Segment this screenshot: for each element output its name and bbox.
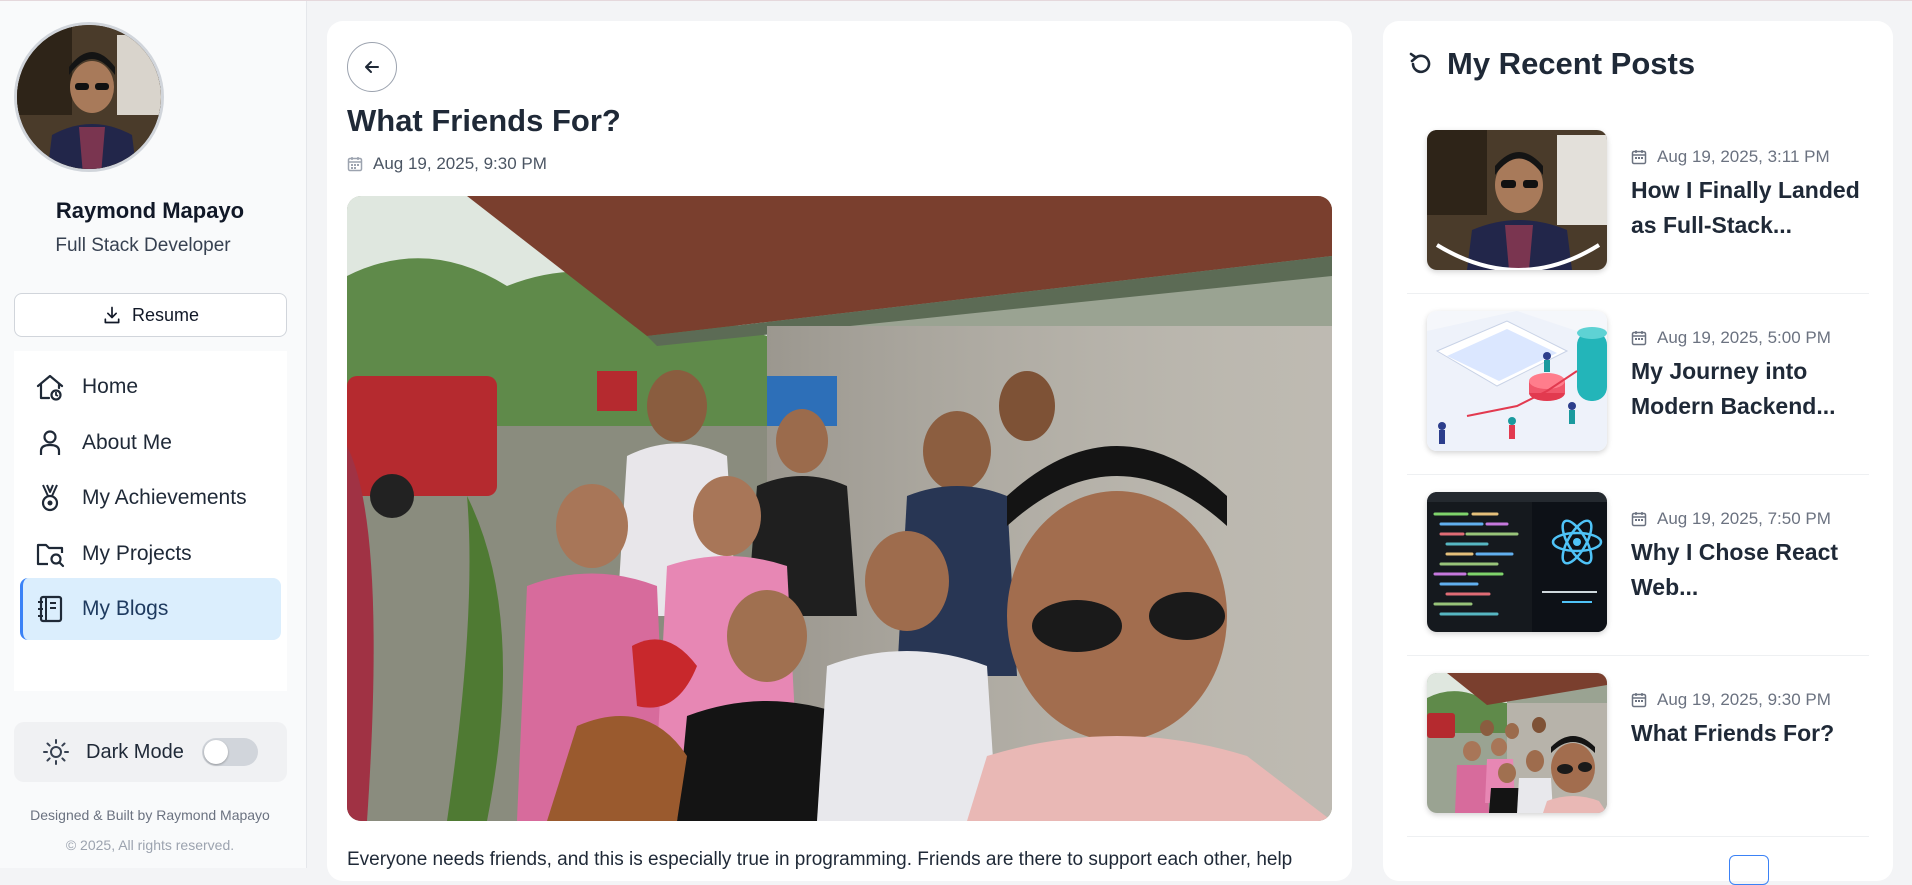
- post-thumbnail[interactable]: [1427, 492, 1607, 632]
- calendar-icon: [1631, 512, 1647, 527]
- main-nav: Home About Me My Achievements My Project…: [14, 351, 287, 691]
- post-title-link[interactable]: My Journey into Modern Backend...: [1631, 354, 1861, 424]
- profile-role: Full Stack Developer: [55, 235, 231, 256]
- resume-label: Resume: [131, 304, 200, 325]
- profile-photo-illustration: [1427, 130, 1607, 270]
- history-icon: [1409, 52, 1431, 74]
- sidebar-item-home[interactable]: Home: [20, 356, 281, 418]
- recent-post-item[interactable]: Aug 19, 2025, 9:30 PM What Friends For?: [1407, 656, 1869, 837]
- post-thumbnail[interactable]: [1427, 130, 1607, 270]
- sidebar-item-achievements[interactable]: My Achievements: [20, 467, 281, 529]
- profile-name: Raymond Mapayo: [55, 198, 245, 223]
- calendar-icon: [1631, 150, 1647, 165]
- notebook-icon: [38, 595, 63, 623]
- recent-posts-panel: My Recent Posts Aug 19, 2025, 3:11 PM Ho…: [1383, 21, 1893, 885]
- sidebar-item-blogs[interactable]: My Blogs: [20, 578, 281, 640]
- back-button[interactable]: [347, 42, 397, 92]
- calendar-icon: [347, 157, 363, 172]
- profile-photo-illustration: [17, 25, 161, 169]
- sidebar-item-label: My Achievements: [82, 486, 247, 509]
- sidebar-item-label: Home: [82, 375, 139, 398]
- post-thumbnail[interactable]: [1427, 673, 1607, 813]
- recent-posts-header: My Recent Posts: [1407, 46, 1695, 82]
- post-date-text: Aug 19, 2025, 9:30 PM: [1657, 690, 1831, 709]
- dark-mode-row: Dark Mode: [14, 722, 287, 782]
- article-hero-image: [347, 196, 1332, 821]
- post-thumbnail[interactable]: [1427, 311, 1607, 451]
- group-selfie-illustration: [347, 196, 1332, 821]
- post-title-link[interactable]: What Friends For?: [1631, 716, 1861, 751]
- arrow-left-icon: [365, 61, 379, 73]
- recent-post-item[interactable]: Aug 19, 2025, 7:50 PM Why I Chose React …: [1407, 475, 1869, 656]
- sidebar-item-projects[interactable]: My Projects: [20, 523, 281, 585]
- article-date: Aug 19, 2025, 9:30 PM: [347, 154, 547, 174]
- post-date: Aug 19, 2025, 5:00 PM: [1631, 328, 1831, 348]
- article-date-text: Aug 19, 2025, 9:30 PM: [373, 154, 547, 173]
- user-icon: [39, 430, 61, 455]
- post-date-text: Aug 19, 2025, 3:11 PM: [1657, 147, 1830, 166]
- react-code-illustration: [1427, 492, 1607, 632]
- footer-credit: Designed & Built by Raymond Mapayo: [30, 807, 270, 823]
- post-date-text: Aug 19, 2025, 7:50 PM: [1657, 509, 1831, 528]
- calendar-icon: [1631, 693, 1647, 708]
- pagination-button[interactable]: [1729, 855, 1769, 885]
- medal-icon: [41, 484, 59, 512]
- post-title-link[interactable]: How I Finally Landed as Full-Stack...: [1631, 173, 1861, 243]
- backend-illustration: [1427, 311, 1607, 451]
- resume-button[interactable]: Resume: [14, 293, 287, 337]
- sun-icon: [43, 739, 69, 765]
- sidebar-item-label: My Projects: [82, 542, 192, 565]
- post-title-link[interactable]: Why I Chose React Web...: [1631, 535, 1861, 605]
- post-date: Aug 19, 2025, 7:50 PM: [1631, 509, 1831, 529]
- post-date-text: Aug 19, 2025, 5:00 PM: [1657, 328, 1831, 347]
- article-title: What Friends For?: [347, 103, 621, 138]
- group-selfie-illustration: [1427, 673, 1607, 813]
- download-icon: [104, 306, 120, 324]
- post-date: Aug 19, 2025, 3:11 PM: [1631, 147, 1830, 167]
- calendar-icon: [1631, 331, 1647, 346]
- dark-mode-label: Dark Mode: [86, 740, 184, 763]
- recent-posts-title: My Recent Posts: [1447, 46, 1696, 81]
- dark-mode-toggle[interactable]: [202, 738, 258, 766]
- sidebar-item-label: About Me: [82, 431, 172, 454]
- folder-search-icon: [36, 543, 65, 568]
- sidebar-item-about-me[interactable]: About Me: [20, 412, 281, 474]
- sidebar-item-label: My Blogs: [82, 597, 169, 620]
- article-card: What Friends For? Aug 19, 2025, 9:30 PM: [327, 21, 1352, 881]
- post-date: Aug 19, 2025, 9:30 PM: [1631, 690, 1831, 710]
- recent-post-item[interactable]: Aug 19, 2025, 3:11 PM How I Finally Land…: [1407, 113, 1869, 294]
- avatar: [14, 22, 164, 172]
- recent-post-item[interactable]: Aug 19, 2025, 5:00 PM My Journey into Mo…: [1407, 294, 1869, 475]
- sidebar: Raymond Mapayo Full Stack Developer Resu…: [0, 1, 307, 868]
- home-icon: [36, 374, 64, 401]
- article-body: Everyone needs friends, and this is espe…: [347, 849, 1293, 870]
- footer-copyright: © 2025, All rights reserved.: [65, 837, 235, 853]
